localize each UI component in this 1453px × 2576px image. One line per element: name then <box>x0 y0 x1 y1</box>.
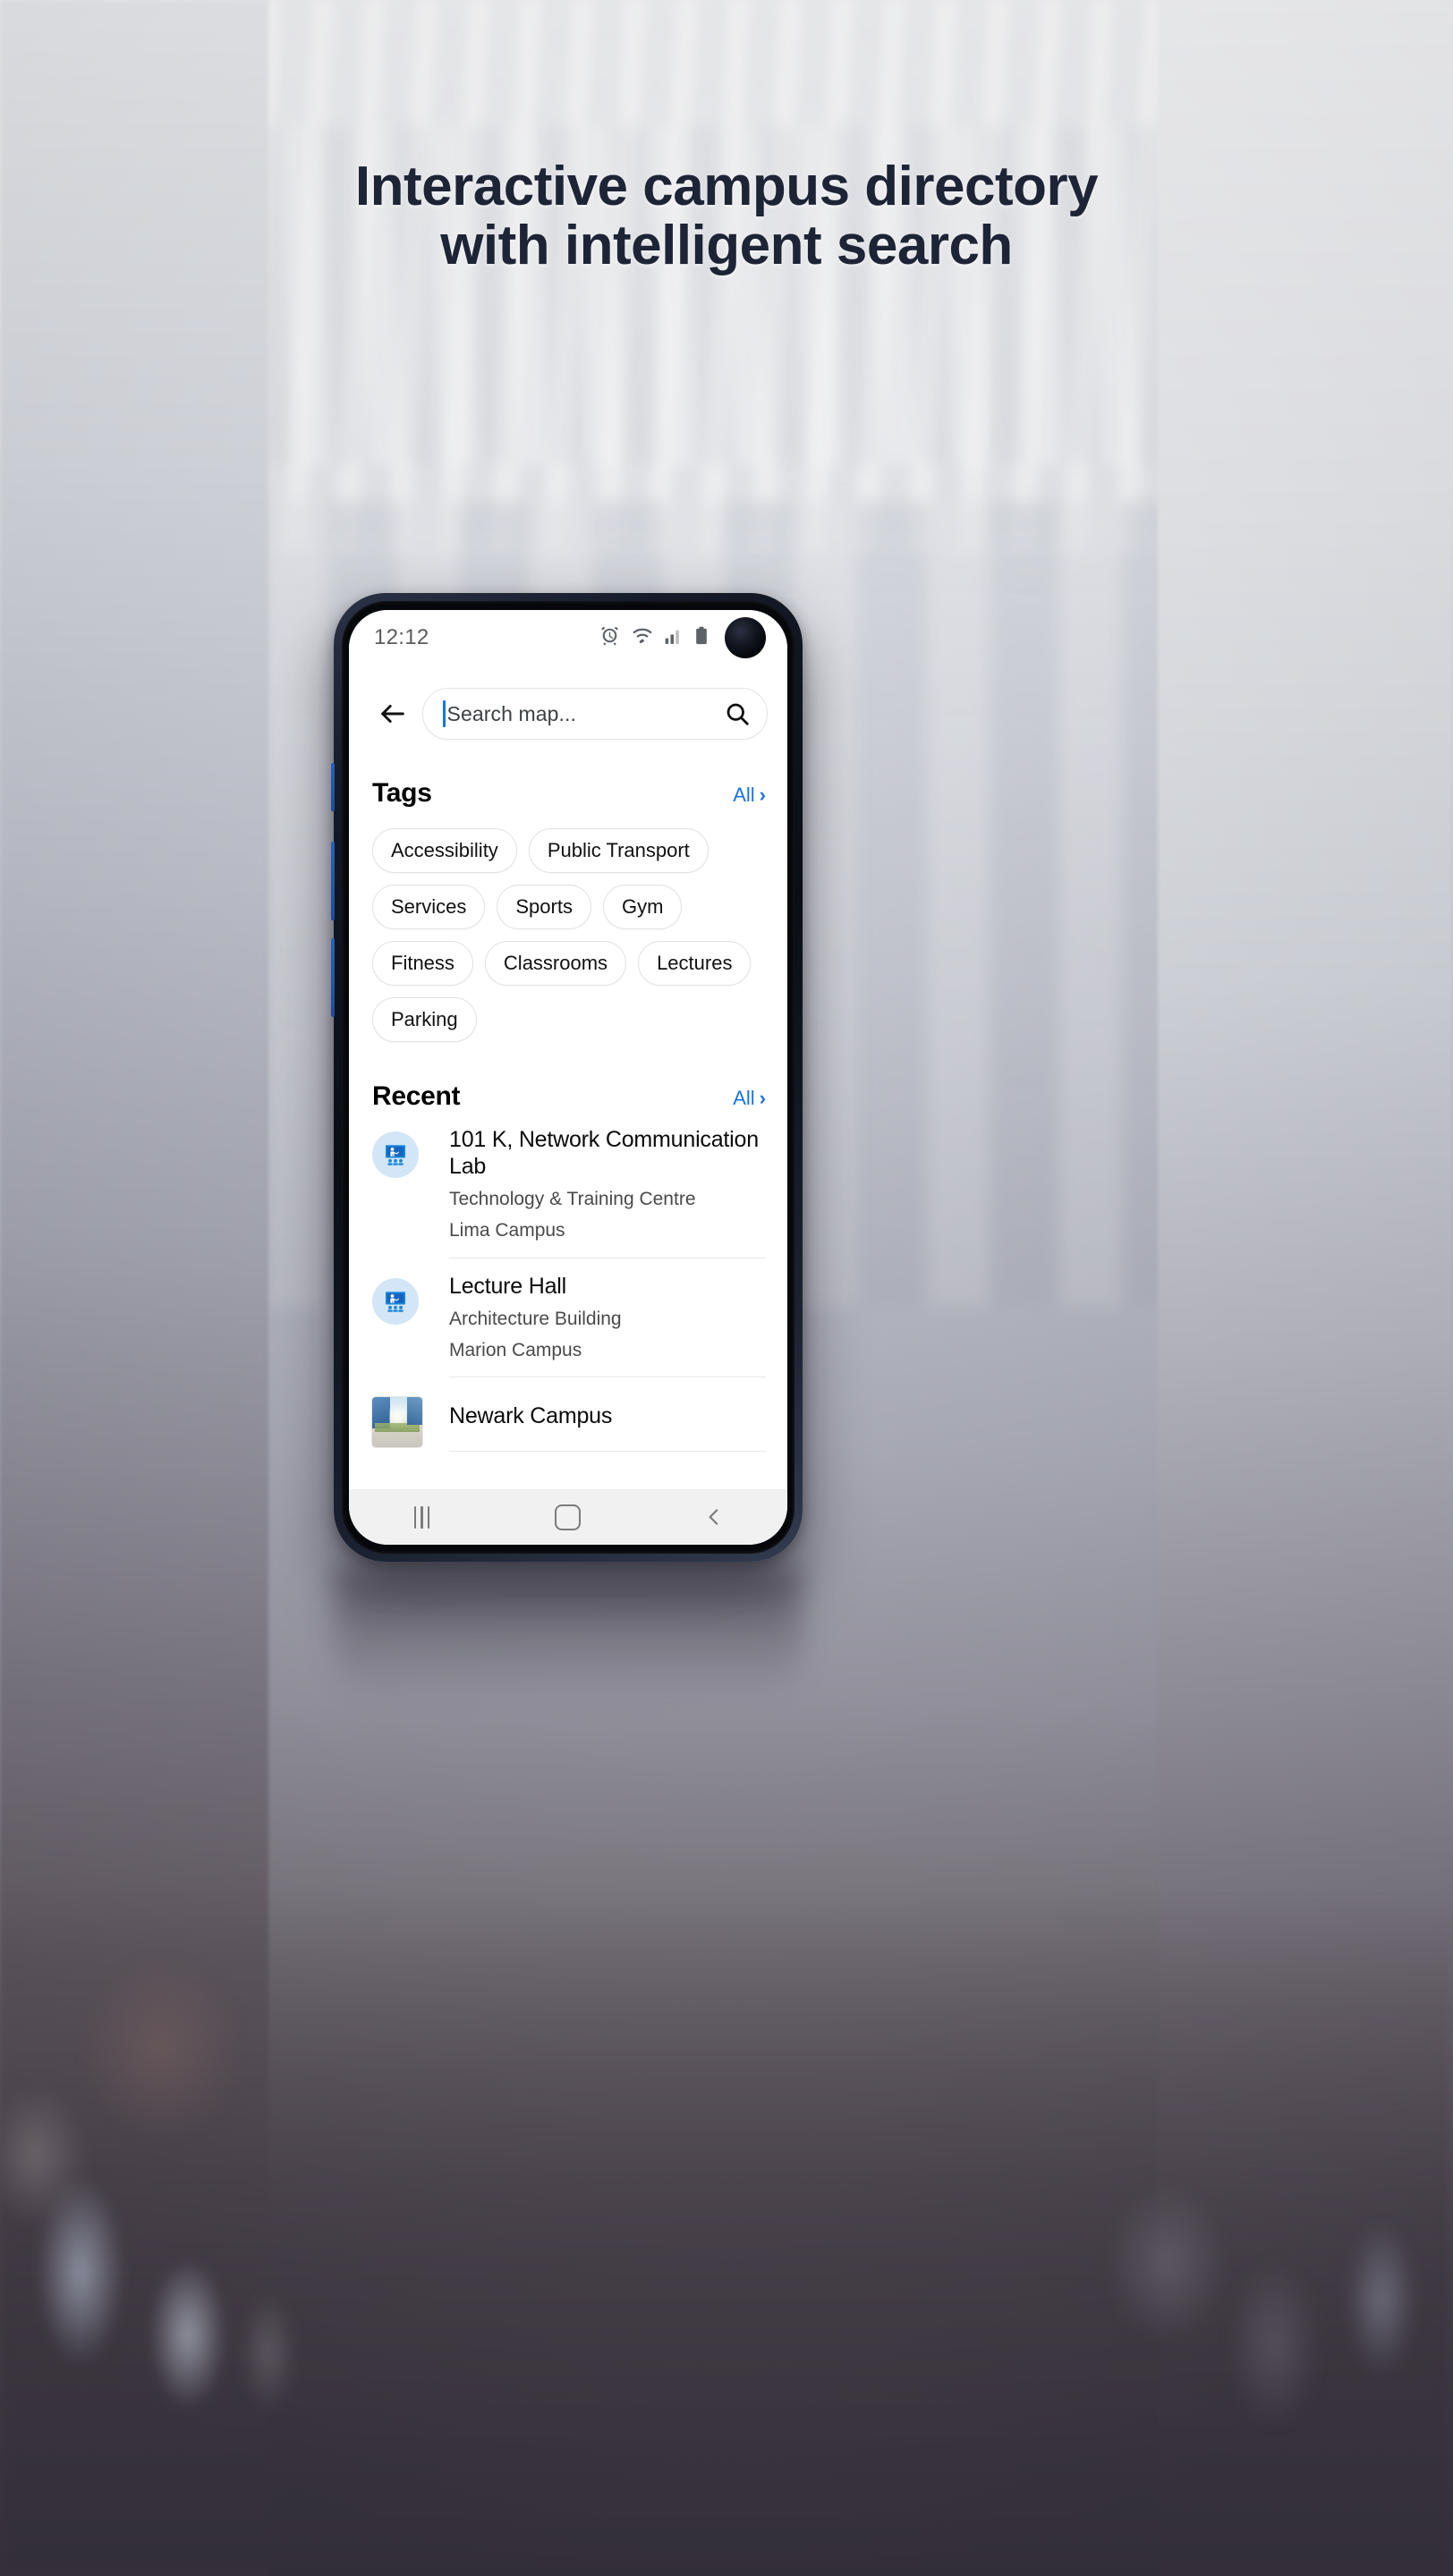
tags-title: Tags <box>372 778 432 808</box>
tag-chip-list: Accessibility Public Transport Services … <box>349 809 787 1042</box>
classroom-icon <box>372 1131 419 1178</box>
tag-chip[interactable]: Gym <box>602 885 683 929</box>
tag-chip[interactable]: Parking <box>372 997 477 1042</box>
recent-list: 101 K, Network Communication Lab Technol… <box>349 1112 787 1452</box>
volume-down-button[interactable] <box>331 938 335 1017</box>
volume-up-button[interactable] <box>331 842 335 920</box>
popular-section-header: Popular All › <box>349 1452 787 1489</box>
screen-content[interactable]: Tags All › Accessibility Public Transpor… <box>349 755 787 1489</box>
punch-hole-camera <box>725 617 766 658</box>
arrow-left-icon[interactable] <box>367 688 419 740</box>
phone-mockup: 12:12 Search map... Tags All › Accessibi… <box>331 593 803 1562</box>
back-icon[interactable] <box>676 1489 752 1545</box>
list-item-subtitle: Architecture Building <box>449 1308 622 1329</box>
phone-screen: 12:12 Search map... Tags All › Accessibi… <box>349 610 787 1545</box>
classroom-icon <box>372 1277 419 1325</box>
list-item-icon <box>372 1392 422 1447</box>
list-item-campus: Lima Campus <box>449 1220 565 1241</box>
list-item[interactable]: Lecture Hall Architecture Building Mario… <box>372 1258 766 1377</box>
android-nav-bar <box>349 1489 787 1545</box>
list-item[interactable]: 101 K, Network Communication Lab Technol… <box>372 1112 766 1258</box>
search-input[interactable]: Search map... <box>422 688 768 740</box>
tag-chip[interactable]: Services <box>372 885 486 929</box>
alarm-icon <box>599 624 621 651</box>
status-clock: 12:12 <box>374 625 429 649</box>
list-item-subtitle: Technology & Training Centre <box>449 1189 696 1209</box>
phone-reflection <box>334 1567 803 1701</box>
list-item-title: Newark Campus <box>449 1403 613 1428</box>
status-icons <box>599 624 710 651</box>
search-placeholder: Search map... <box>446 701 576 725</box>
recent-title: Recent <box>372 1081 461 1111</box>
list-item[interactable]: Newark Campus <box>372 1377 766 1452</box>
tag-chip[interactable]: Fitness <box>372 941 473 986</box>
recent-section-header: Recent All › <box>349 1042 787 1112</box>
chevron-right-icon: › <box>759 1087 766 1109</box>
page-title: Interactive campus directory with intell… <box>0 157 1453 275</box>
tags-section-header: Tags All › <box>349 755 787 809</box>
recents-icon[interactable] <box>384 1489 461 1545</box>
tag-chip[interactable]: Accessibility <box>372 828 517 873</box>
battery-icon <box>693 624 710 651</box>
list-item-icon <box>372 1126 419 1178</box>
chevron-right-icon: › <box>759 784 766 806</box>
recent-all-label: All <box>733 1087 755 1109</box>
tag-chip[interactable]: Public Transport <box>528 828 709 873</box>
recent-all-link[interactable]: All › <box>733 1087 766 1110</box>
headline-line-1: Interactive campus directory <box>354 156 1099 217</box>
list-item-body: 101 K, Network Communication Lab Technol… <box>449 1126 766 1258</box>
list-item-icon <box>372 1273 419 1325</box>
search-bar-row: Search map... <box>349 673 787 755</box>
list-item-body: Newark Campus <box>449 1392 766 1452</box>
phone-bezel: 12:12 Search map... Tags All › Accessibi… <box>342 601 794 1554</box>
list-item-body: Lecture Hall Architecture Building Mario… <box>449 1273 766 1377</box>
tags-all-link[interactable]: All › <box>733 784 766 807</box>
tag-chip[interactable]: Sports <box>497 885 591 929</box>
search-icon[interactable] <box>724 700 751 727</box>
tag-chip[interactable]: Lectures <box>638 941 752 986</box>
tag-chip[interactable]: Classrooms <box>484 941 627 986</box>
list-item-title: Lecture Hall <box>449 1273 566 1299</box>
phone-button-1[interactable] <box>331 763 335 811</box>
tags-all-label: All <box>733 784 755 806</box>
headline-line-2: with intelligent search <box>440 214 1013 276</box>
campus-photo-thumbnail <box>372 1397 422 1447</box>
text-cursor <box>443 700 446 727</box>
list-item-title: 101 K, Network Communication Lab <box>449 1127 759 1179</box>
home-icon[interactable] <box>530 1489 607 1545</box>
list-item-campus: Marion Campus <box>449 1339 582 1360</box>
signal-icon <box>664 624 684 651</box>
status-bar: 12:12 <box>349 610 787 665</box>
wifi-icon <box>631 624 654 651</box>
